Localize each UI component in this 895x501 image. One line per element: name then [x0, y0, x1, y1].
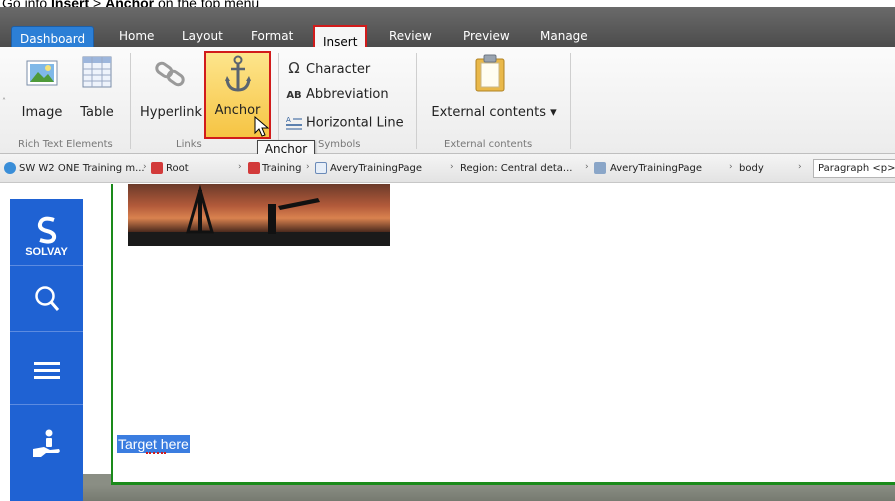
- tab-review[interactable]: Review: [381, 25, 440, 47]
- omega-icon: Ω: [288, 59, 300, 77]
- breadcrumb-item[interactable]: body: [739, 163, 764, 174]
- svg-text:A: A: [286, 116, 291, 124]
- chevron-right-icon: ›: [306, 162, 310, 172]
- breadcrumb-item[interactable]: Training: [262, 163, 301, 174]
- group-divider: [570, 53, 571, 149]
- horizontal-line-button[interactable]: A Horizontal Line: [285, 115, 404, 131]
- solvay-logo-icon: [37, 216, 57, 244]
- anchor-icon: [225, 55, 251, 92]
- table-button[interactable]: Table: [72, 51, 122, 139]
- selected-target-text[interactable]: Target here: [117, 435, 190, 453]
- globe-icon: [4, 162, 16, 174]
- group-divider: [416, 53, 417, 149]
- book-icon: [151, 162, 163, 174]
- rail-divider: [10, 404, 83, 405]
- image-icon: [26, 60, 58, 86]
- group-divider: [130, 53, 131, 149]
- breadcrumb-item[interactable]: AveryTrainingPage: [610, 163, 702, 174]
- abbreviation-label: Abbreviation: [306, 87, 389, 102]
- group-divider: [278, 53, 279, 149]
- tab-manage[interactable]: Manage: [532, 25, 596, 47]
- cube-icon: [594, 162, 606, 174]
- table-icon: [82, 56, 112, 88]
- breadcrumb-item[interactable]: SW W2 ONE Training m...: [19, 163, 145, 174]
- chevron-right-icon: ›: [798, 162, 802, 172]
- character-label: Character: [306, 62, 371, 77]
- search-icon[interactable]: [34, 285, 60, 313]
- mouse-pointer-icon: [254, 116, 270, 137]
- external-contents-label: External contents ▾: [431, 105, 557, 120]
- group-label-symbols: Symbols: [318, 139, 361, 150]
- chain-link-icon: [155, 61, 185, 87]
- abbreviation-icon: AB: [286, 90, 302, 101]
- tab-format[interactable]: Format: [243, 25, 301, 47]
- horizontal-line-label: Horizontal Line: [306, 115, 404, 131]
- sidebar-rail: SOLVAY: [10, 199, 83, 501]
- hand-user-icon[interactable]: [32, 429, 62, 459]
- image-button[interactable]: Image: [14, 51, 70, 139]
- tab-layout[interactable]: Layout: [174, 25, 231, 47]
- chevron-right-icon: ›: [143, 162, 147, 172]
- oil-rig-silhouette: [128, 184, 390, 246]
- spellcheck-underline: [146, 452, 166, 454]
- breadcrumb-current[interactable]: Paragraph <p>: [813, 159, 895, 178]
- external-contents-button[interactable]: External contents ▾: [424, 51, 564, 139]
- menu-icon[interactable]: [34, 361, 60, 381]
- group-label-rich-text: Rich Text Elements: [18, 139, 113, 150]
- breadcrumb: SW W2 ONE Training m... › Root › Trainin…: [0, 154, 895, 183]
- hyperlink-button[interactable]: Hyperlink: [138, 51, 204, 139]
- ribbon-insert-panel: ˄ Image Table Rich Text Elements Hyperli…: [0, 47, 895, 154]
- chevron-right-icon: ›: [450, 162, 454, 172]
- solvay-brand-text: SOLVAY: [25, 246, 68, 258]
- chevron-right-icon: ›: [238, 162, 242, 172]
- table-label: Table: [80, 105, 114, 120]
- breadcrumb-item[interactable]: AveryTrainingPage: [330, 163, 422, 174]
- page-footer-strip: [83, 485, 895, 501]
- tab-preview[interactable]: Preview: [455, 25, 518, 47]
- region-frame-left: [111, 184, 113, 484]
- breadcrumb-item[interactable]: Root: [166, 163, 189, 174]
- group-label-external: External contents: [444, 139, 533, 150]
- chevron-right-icon: ›: [585, 162, 589, 172]
- breadcrumb-item[interactable]: Region: Central deta...: [460, 163, 572, 174]
- clipboard-icon: [475, 54, 505, 92]
- image-label: Image: [21, 105, 63, 120]
- rail-divider: [10, 331, 83, 332]
- page-icon: [315, 162, 327, 174]
- oil-rig-photo: [128, 184, 390, 246]
- book-icon: [248, 162, 260, 174]
- collapse-arrow-icon[interactable]: ˄: [2, 97, 6, 106]
- region-frame-bottom: [111, 482, 895, 485]
- ribbon-tab-bar: Dashboard Home Layout Format Insert Revi…: [0, 7, 895, 53]
- abbreviation-button[interactable]: AB Abbreviation: [285, 87, 389, 102]
- rail-divider: [10, 265, 83, 266]
- chevron-right-icon: ›: [729, 162, 733, 172]
- group-label-links: Links: [176, 139, 202, 150]
- editor-canvas[interactable]: SOLVAY Target here: [0, 184, 895, 501]
- tab-home[interactable]: Home: [111, 25, 162, 47]
- horizontal-line-icon: A: [286, 116, 302, 130]
- hyperlink-label: Hyperlink: [139, 105, 203, 120]
- character-button[interactable]: Ω Character: [285, 59, 370, 77]
